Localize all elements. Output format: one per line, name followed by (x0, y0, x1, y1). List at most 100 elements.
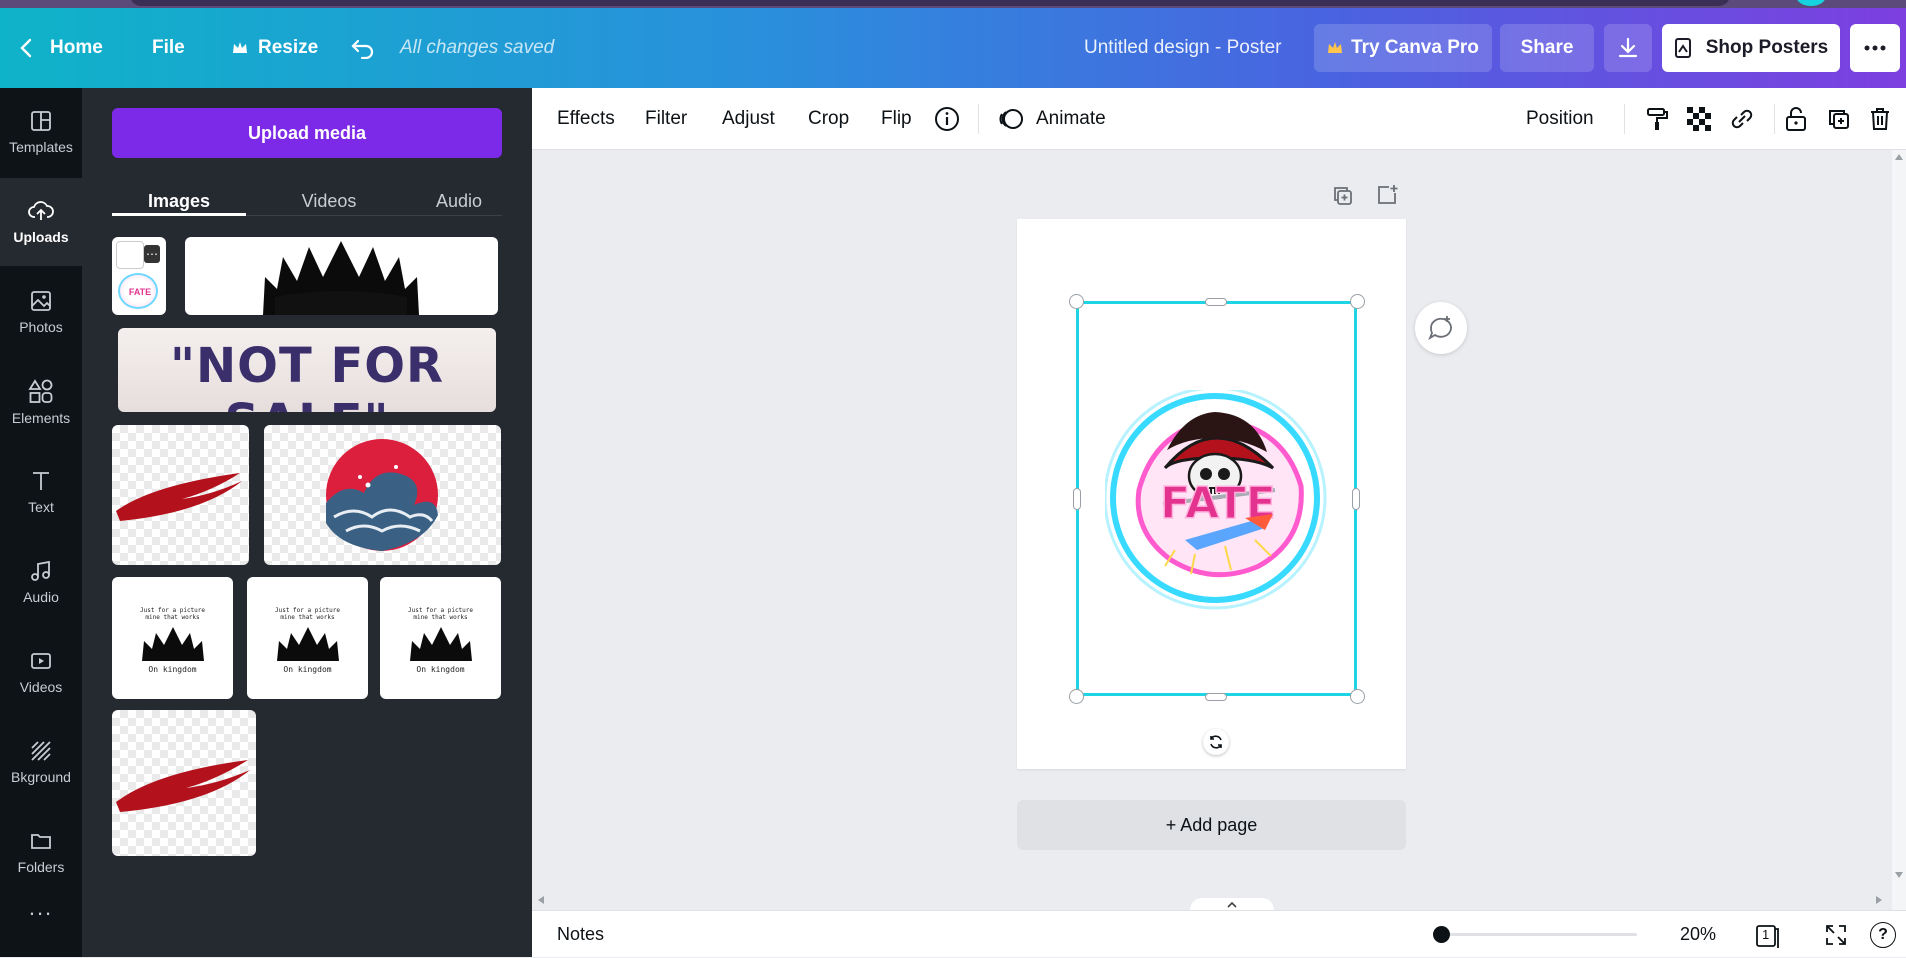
editor-footer: Notes 20% 1 ? (532, 910, 1906, 957)
undo-button[interactable] (350, 8, 376, 88)
add-comment-button[interactable] (1415, 302, 1467, 354)
tab-images[interactable]: Images (112, 178, 246, 224)
effects-button[interactable]: Effects (557, 88, 615, 150)
duplicate-button[interactable] (1827, 88, 1851, 150)
transparency-button[interactable] (1687, 88, 1711, 150)
fate-logo-thumbnail: FATE (118, 273, 158, 309)
scroll-right-arrow-icon[interactable] (1876, 896, 1882, 904)
resize-handle-right[interactable] (1352, 488, 1360, 510)
kingdom-caption-bottom: On kingdom (283, 665, 332, 674)
scroll-left-arrow-icon[interactable] (538, 896, 544, 904)
resize-handle-top-right[interactable] (1350, 294, 1365, 309)
animate-button[interactable]: Animate (998, 88, 1106, 150)
rail-item-elements[interactable]: Elements (0, 358, 82, 446)
rotate-button[interactable] (1203, 729, 1229, 755)
share-button[interactable]: Share (1500, 24, 1594, 72)
copy-style-button[interactable] (1644, 88, 1670, 150)
more-dots-icon: ... (28, 895, 54, 920)
home-button[interactable]: Home (18, 8, 103, 88)
upload-thumb-fate-small[interactable]: ⋯ FATE (112, 237, 166, 315)
zoom-percentage[interactable]: 20% (1680, 911, 1716, 958)
duplicate-icon (1829, 110, 1849, 129)
fullscreen-button[interactable] (1824, 923, 1848, 952)
vertical-scrollbar[interactable] (1892, 150, 1906, 910)
uploads-panel: Upload media Images Videos Audio ⋯ FATE … (82, 88, 532, 957)
filter-button[interactable]: Filter (645, 88, 687, 150)
folder-icon (31, 834, 51, 849)
poster-icon (1674, 38, 1691, 58)
upload-thumb-red-brush-2[interactable] (112, 710, 256, 856)
scroll-up-arrow-icon[interactable] (1895, 154, 1903, 160)
upload-thumb-wave[interactable] (264, 425, 501, 565)
resize-handle-bottom-right[interactable] (1350, 689, 1365, 704)
trash-icon (1871, 108, 1889, 130)
resize-handle-top-left[interactable] (1069, 294, 1084, 309)
download-button[interactable] (1604, 24, 1652, 72)
scroll-down-arrow-icon[interactable] (1895, 872, 1903, 878)
add-page-button[interactable]: + Add page (1017, 800, 1406, 850)
link-button[interactable] (1728, 88, 1756, 150)
more-icon[interactable]: ⋯ (144, 245, 160, 263)
rail-more-button[interactable]: ... (0, 888, 82, 928)
crown-silhouette-image (263, 241, 419, 315)
info-button[interactable] (934, 88, 960, 150)
tab-audio[interactable]: Audio (392, 178, 526, 224)
rail-item-photos[interactable]: Photos (0, 268, 82, 356)
rail-item-folders[interactable]: Folders (0, 808, 82, 896)
shop-posters-button[interactable]: Shop Posters (1662, 24, 1840, 72)
rail-item-audio[interactable]: Audio (0, 538, 82, 626)
upload-thumb-red-brush[interactable] (112, 425, 249, 565)
position-button[interactable]: Position (1526, 88, 1594, 150)
browser-url-bar[interactable] (130, 0, 1730, 6)
notes-button[interactable]: Notes (557, 911, 604, 958)
rail-label: Bkground (11, 769, 71, 785)
upload-media-button[interactable]: Upload media (112, 108, 502, 158)
rail-item-uploads[interactable]: Uploads (0, 178, 82, 266)
rail-item-text[interactable]: Text (0, 448, 82, 536)
chevron-left-icon (20, 38, 32, 58)
shop-posters-label: Shop Posters (1705, 37, 1829, 58)
resize-button[interactable]: Resize (232, 8, 318, 88)
upload-thumb-kingdom-1[interactable]: Just for a picture mine that works On ki… (112, 577, 233, 699)
more-options-button[interactable] (1850, 24, 1900, 72)
page-count-button[interactable]: 1 (1754, 923, 1779, 948)
browser-strip (0, 0, 1906, 8)
crown-icon (1328, 42, 1343, 53)
browser-profile-avatar[interactable] (1796, 0, 1826, 6)
rail-item-background[interactable]: Bkground (0, 718, 82, 806)
resize-handle-bottom[interactable] (1205, 693, 1227, 701)
upload-thumb-kingdom-3[interactable]: Just for a picture mine that works On ki… (380, 577, 501, 699)
try-canva-pro-button[interactable]: Try Canva Pro (1314, 24, 1492, 72)
audio-icon (31, 560, 50, 581)
crown-silhouette-image (277, 627, 339, 661)
resize-label: Resize (258, 37, 319, 58)
rail-item-videos[interactable]: Videos (0, 628, 82, 716)
resize-handle-top[interactable] (1205, 298, 1227, 306)
select-checkbox[interactable] (116, 241, 144, 269)
kingdom-caption-top: Just for a picture mine that works (407, 607, 474, 621)
kingdom-caption-top: Just for a picture mine that works (274, 607, 341, 621)
adjust-button[interactable]: Adjust (722, 88, 775, 150)
tab-videos[interactable]: Videos (262, 178, 396, 224)
file-menu-button[interactable]: File (152, 8, 185, 88)
lock-button[interactable] (1784, 88, 1808, 150)
rail-item-templates[interactable]: Templates (0, 88, 82, 176)
resize-handle-left[interactable] (1073, 488, 1081, 510)
rail-label: Uploads (13, 229, 69, 245)
duplicate-page-button[interactable] (1332, 185, 1354, 212)
design-title[interactable]: Untitled design - Poster (1084, 8, 1282, 88)
flip-button[interactable]: Flip (881, 88, 912, 150)
delete-button[interactable] (1869, 88, 1891, 150)
upload-thumb-kingdom-2[interactable]: Just for a picture mine that works On ki… (247, 577, 368, 699)
upload-thumb-not-for-sale[interactable]: "NOT FOR SALE" (118, 328, 496, 412)
background-icon (31, 741, 51, 761)
resize-handle-bottom-left[interactable] (1069, 689, 1084, 704)
zoom-slider[interactable] (1433, 926, 1637, 943)
help-button[interactable]: ? (1870, 922, 1896, 948)
more-dots-icon (1864, 45, 1886, 51)
upload-thumb-crown[interactable] (185, 237, 498, 315)
add-page-top-button[interactable] (1376, 184, 1400, 211)
rail-label: Text (28, 499, 54, 515)
crop-button[interactable]: Crop (808, 88, 849, 150)
zoom-slider-thumb[interactable] (1433, 926, 1450, 943)
